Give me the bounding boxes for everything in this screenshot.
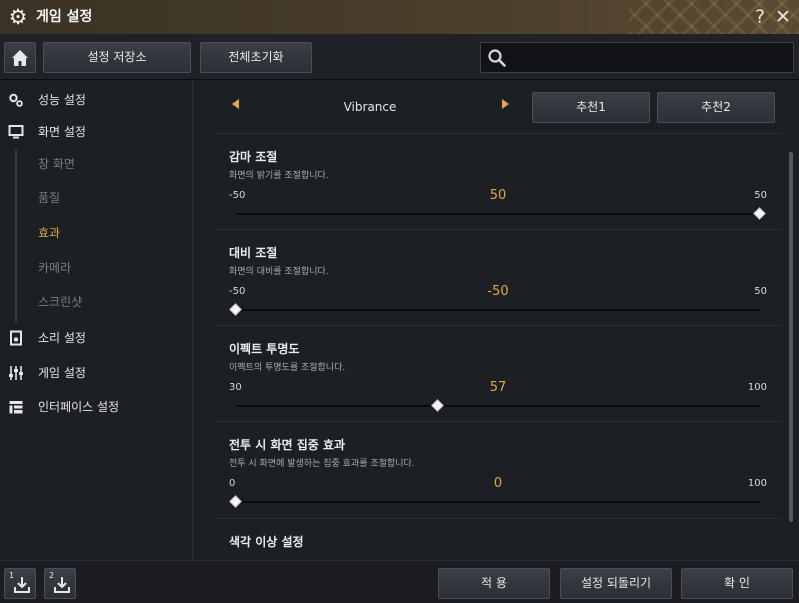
color-blind-setting: 색각 이상 설정 xyxy=(215,519,781,560)
load-slot-2-button[interactable]: 2 xyxy=(44,568,76,599)
home-button[interactable] xyxy=(4,42,36,73)
window-title: 게임 설정 xyxy=(36,9,93,25)
sidebar-item-label: 게임 설정 xyxy=(38,366,86,380)
monitor-icon xyxy=(8,125,24,139)
slider-max-label: 100 xyxy=(747,478,767,489)
setting-title: 감마 조절 xyxy=(229,150,278,164)
reset-all-button[interactable]: 전체초기화 xyxy=(200,42,312,73)
preset-row: Vibrance 추천1 추천2 xyxy=(215,88,781,126)
recommend-1-button[interactable]: 추천1 xyxy=(532,92,650,123)
download-icon xyxy=(54,577,70,593)
gear-icon: ⚙ xyxy=(8,5,28,29)
slider-max-label: 50 xyxy=(754,286,767,297)
toolbar: 설정 저장소 전체초기화 xyxy=(0,34,799,80)
slider-track[interactable] xyxy=(229,303,760,316)
title-bar[interactable]: ⚙ 게임 설정 ? ✕ xyxy=(0,0,799,34)
gamma-setting: 감마 조절 화면의 밝기를 조절합니다. -50 50 50 xyxy=(215,134,781,230)
sliders-icon xyxy=(9,366,23,380)
submenu-item-effects[interactable]: 효과 xyxy=(38,221,60,245)
setting-description: 이펙트의 투명도를 조절합니다. xyxy=(229,363,346,373)
gears-icon xyxy=(9,93,23,107)
sidebar-item-sound[interactable]: 소리 설정 xyxy=(0,324,193,352)
setting-title: 대비 조절 xyxy=(229,246,278,260)
preset-prev-icon[interactable] xyxy=(232,99,239,109)
slider-thumb[interactable] xyxy=(431,399,445,412)
sidebar-item-game[interactable]: 게임 설정 xyxy=(0,359,193,387)
submenu-item-camera[interactable]: 카메라 xyxy=(38,256,71,280)
search-icon xyxy=(488,49,506,67)
slider-track[interactable] xyxy=(236,399,760,412)
sidebar-item-display[interactable]: 화면 설정 xyxy=(0,118,193,146)
scrollbar[interactable] xyxy=(789,152,793,522)
sidebar-item-label: 소리 설정 xyxy=(38,331,86,345)
sidebar-item-interface[interactable]: 인터페이스 설정 xyxy=(0,393,193,421)
recommend-2-button[interactable]: 추천2 xyxy=(657,92,775,123)
revert-settings-button[interactable]: 설정 되돌리기 xyxy=(560,568,672,599)
submenu-line xyxy=(15,150,17,322)
search-input[interactable] xyxy=(480,42,794,73)
preset-name: Vibrance xyxy=(343,100,397,114)
slider-value: -50 xyxy=(487,284,509,299)
setting-description: 전투 시 화면에 발생하는 집중 효과를 조절합니다. xyxy=(229,459,415,469)
sidebar-item-performance[interactable]: 성능 설정 xyxy=(0,86,193,114)
settings-window: ⚙ 게임 설정 ? ✕ 설정 저장소 전체초기화 성능 설정 화면 설정 창 화… xyxy=(0,0,799,603)
speaker-icon xyxy=(10,330,22,346)
download-icon xyxy=(14,577,30,593)
home-icon xyxy=(12,50,28,66)
contrast-setting: 대비 조절 화면의 대비를 조절합니다. -50 -50 50 xyxy=(215,230,781,326)
settings-store-button[interactable]: 설정 저장소 xyxy=(43,42,191,73)
setting-title: 전투 시 화면 집중 효과 xyxy=(229,438,346,452)
sidebar-item-label: 인터페이스 설정 xyxy=(38,400,120,414)
setting-description: 화면의 대비를 조절합니다. xyxy=(229,267,329,277)
slider-max-label: 50 xyxy=(754,190,767,201)
submenu-item-screenshot[interactable]: 스크린샷 xyxy=(38,290,82,314)
apply-button[interactable]: 적 용 xyxy=(438,568,550,599)
setting-title: 색각 이상 설정 xyxy=(229,535,304,549)
combat-focus-setting: 전투 시 화면 집중 효과 전투 시 화면에 발생하는 집중 효과를 조절합니다… xyxy=(215,422,781,518)
effect-opacity-setting: 이펙트 투명도 이펙트의 투명도를 조절합니다. 30 57 100 xyxy=(215,326,781,422)
confirm-button[interactable]: 확 인 xyxy=(681,568,793,599)
submenu-item-window[interactable]: 창 화면 xyxy=(38,152,75,176)
setting-title: 이펙트 투명도 xyxy=(229,342,300,356)
load-slot-1-button[interactable]: 1 xyxy=(4,568,36,599)
footer: 1 2 적 용 설정 되돌리기 확 인 xyxy=(0,560,799,603)
interface-icon xyxy=(9,401,23,414)
slider-thumb[interactable] xyxy=(229,303,242,316)
sidebar-item-label: 성능 설정 xyxy=(38,93,86,107)
submenu-item-quality[interactable]: 품질 xyxy=(38,186,60,210)
sidebar: 성능 설정 화면 설정 창 화면 품질 효과 카메라 스크린샷 소리 설정 게임… xyxy=(0,80,193,560)
slider-thumb[interactable] xyxy=(229,495,242,508)
slider-value: 0 xyxy=(493,476,503,491)
slider-max-label: 100 xyxy=(747,382,767,393)
help-button[interactable]: ? xyxy=(751,5,769,29)
slider-thumb[interactable] xyxy=(753,207,766,220)
slider-track[interactable] xyxy=(229,495,760,508)
slider-value: 50 xyxy=(489,188,507,203)
sidebar-item-label: 화면 설정 xyxy=(38,125,86,139)
setting-description: 화면의 밝기를 조절합니다. xyxy=(229,171,329,181)
close-button[interactable]: ✕ xyxy=(773,5,793,29)
slider-track[interactable] xyxy=(236,207,766,220)
slider-value: 57 xyxy=(489,380,507,395)
preset-next-icon[interactable] xyxy=(502,99,509,109)
settings-panel: Vibrance 추천1 추천2 감마 조절 화면의 밝기를 조절합니다. -5… xyxy=(193,80,799,560)
